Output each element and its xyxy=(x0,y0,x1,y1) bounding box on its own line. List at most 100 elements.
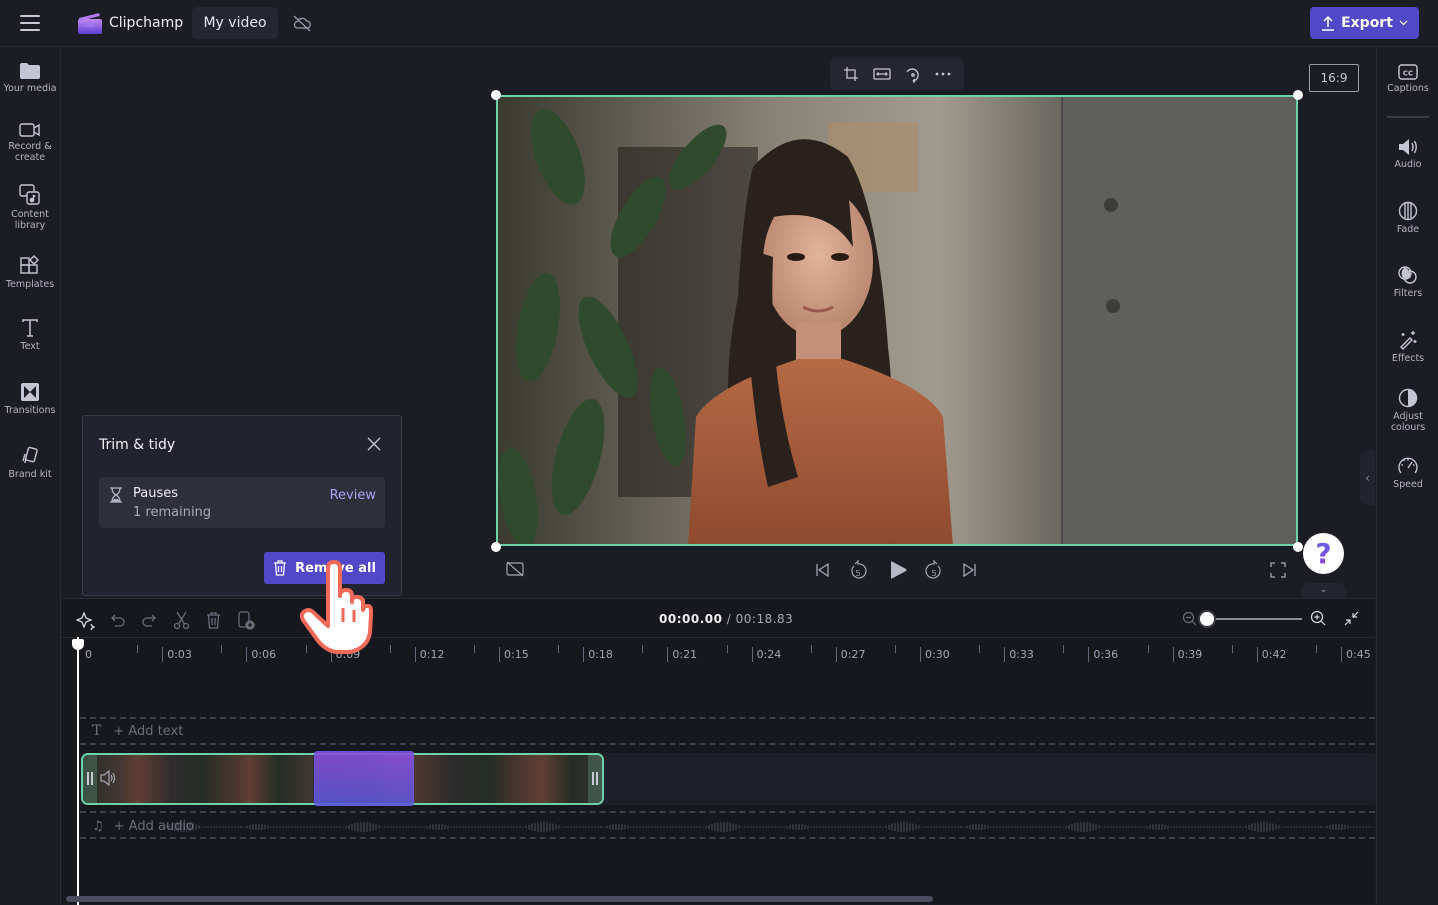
upload-icon xyxy=(1322,15,1335,31)
right-panel-expand-button[interactable]: ‹ xyxy=(1360,450,1375,505)
ruler-minor-tick xyxy=(894,645,896,653)
magic-sparkle-icon[interactable] xyxy=(75,611,96,631)
speedometer-icon xyxy=(1398,457,1418,474)
export-button[interactable]: Export xyxy=(1310,7,1419,39)
add-audio-track[interactable]: ♫ + Add audio xyxy=(92,819,194,834)
text-icon: T xyxy=(92,723,102,739)
clip-audio-icon[interactable] xyxy=(99,769,117,787)
fit-timeline-icon[interactable] xyxy=(1343,610,1360,627)
ruler-tick-label: 0:21 xyxy=(667,647,697,662)
clip-trim-handle-right[interactable] xyxy=(588,755,602,803)
ruler-tick-label: 0:42 xyxy=(1256,647,1287,662)
remove-all-button[interactable]: Remove all xyxy=(264,552,385,584)
sidebar-item-transitions[interactable]: Transitions xyxy=(0,382,60,416)
more-icon[interactable] xyxy=(935,72,951,76)
time-separator: / xyxy=(722,612,736,626)
ruler-minor-tick xyxy=(1231,645,1233,653)
ruler-tick-label: 0 xyxy=(85,648,92,661)
ruler-tick-label: 0:09 xyxy=(330,647,360,662)
track-divider xyxy=(80,811,1375,813)
help-button[interactable]: ? xyxy=(1303,533,1344,574)
play-icon[interactable] xyxy=(888,560,908,580)
sidebar-item-templates[interactable]: Templates xyxy=(0,254,60,290)
folder-icon xyxy=(20,63,40,79)
crop-icon[interactable] xyxy=(843,66,859,82)
undo-icon[interactable] xyxy=(108,611,127,630)
sidebar-item-brand-kit[interactable]: Brand kit xyxy=(0,446,60,480)
sidebar-item-content-library[interactable]: Content library xyxy=(0,184,60,231)
timecode: 00:00.00 / 00:18.83 xyxy=(659,612,793,626)
playhead[interactable] xyxy=(77,637,79,905)
track-divider xyxy=(80,743,1375,745)
close-icon[interactable] xyxy=(366,436,382,452)
resize-handle-bottom-right[interactable] xyxy=(1293,542,1303,552)
hourglass-icon xyxy=(110,487,122,503)
sidebar-divider xyxy=(1387,116,1429,118)
cloud-offline-icon[interactable] xyxy=(292,13,312,33)
sidebar-item-audio[interactable]: Audio xyxy=(1377,138,1438,170)
resize-handle-top-left[interactable] xyxy=(491,90,501,100)
skip-forward-icon[interactable] xyxy=(962,562,977,578)
music-note-icon: ♫ xyxy=(92,819,104,834)
ruler-tick-label: 0:45 xyxy=(1341,647,1371,662)
scissors-icon[interactable] xyxy=(172,611,191,630)
timeline-ruler[interactable]: 0 0:03 0:06 0:09 0:12 0:15 0:18 0:21 0:24 0:27 0:3… xyxy=(62,637,1375,663)
rewind-5-button[interactable]: 5 xyxy=(848,559,868,582)
sidebar-item-captions[interactable]: CC Captions xyxy=(1377,64,1438,94)
pauses-title: Pauses xyxy=(133,486,179,501)
captions-off-icon[interactable] xyxy=(506,561,524,577)
timeline-zoom-control xyxy=(1182,609,1362,629)
ruler-tick-label: 0:03 xyxy=(162,647,192,662)
text-icon xyxy=(22,319,38,337)
redo-icon[interactable] xyxy=(140,611,159,630)
rotate-icon[interactable] xyxy=(904,66,921,83)
sidebar-item-effects[interactable]: Effects xyxy=(1377,330,1438,364)
sidebar-item-adjust-colours[interactable]: Adjust colours xyxy=(1377,388,1438,433)
sidebar-item-fade[interactable]: Fade xyxy=(1377,201,1438,235)
ruler-minor-tick xyxy=(810,645,812,653)
project-title[interactable]: My video xyxy=(192,7,278,39)
current-time: 00:00.00 xyxy=(659,612,723,626)
magic-wand-icon xyxy=(1400,331,1417,350)
timeline: 00:00.00 / 00:18.83 0 0:03 0:06 0:09 0:12 0:1… xyxy=(62,598,1375,905)
zoom-slider-thumb[interactable] xyxy=(1200,612,1214,626)
resize-handle-top-right[interactable] xyxy=(1293,90,1303,100)
add-clip-icon[interactable] xyxy=(236,611,255,630)
filters-icon xyxy=(1398,266,1417,284)
ruler-tick-label: 0:12 xyxy=(414,647,445,662)
zoom-slider-track[interactable] xyxy=(1206,618,1302,620)
sidebar-item-text[interactable]: Text xyxy=(0,318,60,352)
video-preview[interactable] xyxy=(496,95,1298,546)
rewind-seconds: 5 xyxy=(855,569,860,578)
pause-highlight-segment[interactable] xyxy=(314,751,414,806)
track-divider xyxy=(80,837,1375,839)
fit-icon[interactable] xyxy=(872,67,891,81)
aspect-ratio-button[interactable]: 16:9 xyxy=(1309,64,1359,92)
adjust-colours-icon xyxy=(1398,388,1418,408)
sidebar-item-speed[interactable]: Speed xyxy=(1377,456,1438,490)
collapse-preview-button[interactable]: ⌄ xyxy=(1301,583,1346,598)
ruler-minor-tick xyxy=(1315,645,1317,653)
app-brand: Clipchamp xyxy=(109,15,184,31)
hamburger-icon[interactable] xyxy=(20,15,40,31)
add-text-track[interactable]: T + Add text xyxy=(92,723,183,739)
clip-trim-handle-left[interactable] xyxy=(83,755,97,803)
zoom-out-icon[interactable] xyxy=(1182,611,1198,627)
ruler-minor-tick xyxy=(221,645,223,653)
skip-back-icon[interactable] xyxy=(815,562,830,578)
sidebar-item-filters[interactable]: Filters xyxy=(1377,265,1438,299)
resize-handle-bottom-left[interactable] xyxy=(491,542,501,552)
ruler-minor-tick xyxy=(473,645,475,653)
review-link[interactable]: Review xyxy=(330,488,376,503)
delete-icon[interactable] xyxy=(204,611,223,630)
timeline-horizontal-scrollbar[interactable] xyxy=(66,896,933,902)
zoom-in-icon[interactable] xyxy=(1310,610,1327,627)
content-library-icon xyxy=(19,184,40,205)
sidebar-item-your-media[interactable]: Your media xyxy=(0,62,60,94)
fullscreen-icon[interactable] xyxy=(1270,562,1286,578)
top-bar: Clipchamp My video Export xyxy=(0,0,1438,47)
left-sidebar: Your media Record & create Content libra… xyxy=(0,48,61,904)
sidebar-item-record-create[interactable]: Record & create xyxy=(0,122,60,163)
forward-5-button[interactable]: 5 xyxy=(924,559,944,582)
forward-icon: 5 xyxy=(925,559,941,579)
